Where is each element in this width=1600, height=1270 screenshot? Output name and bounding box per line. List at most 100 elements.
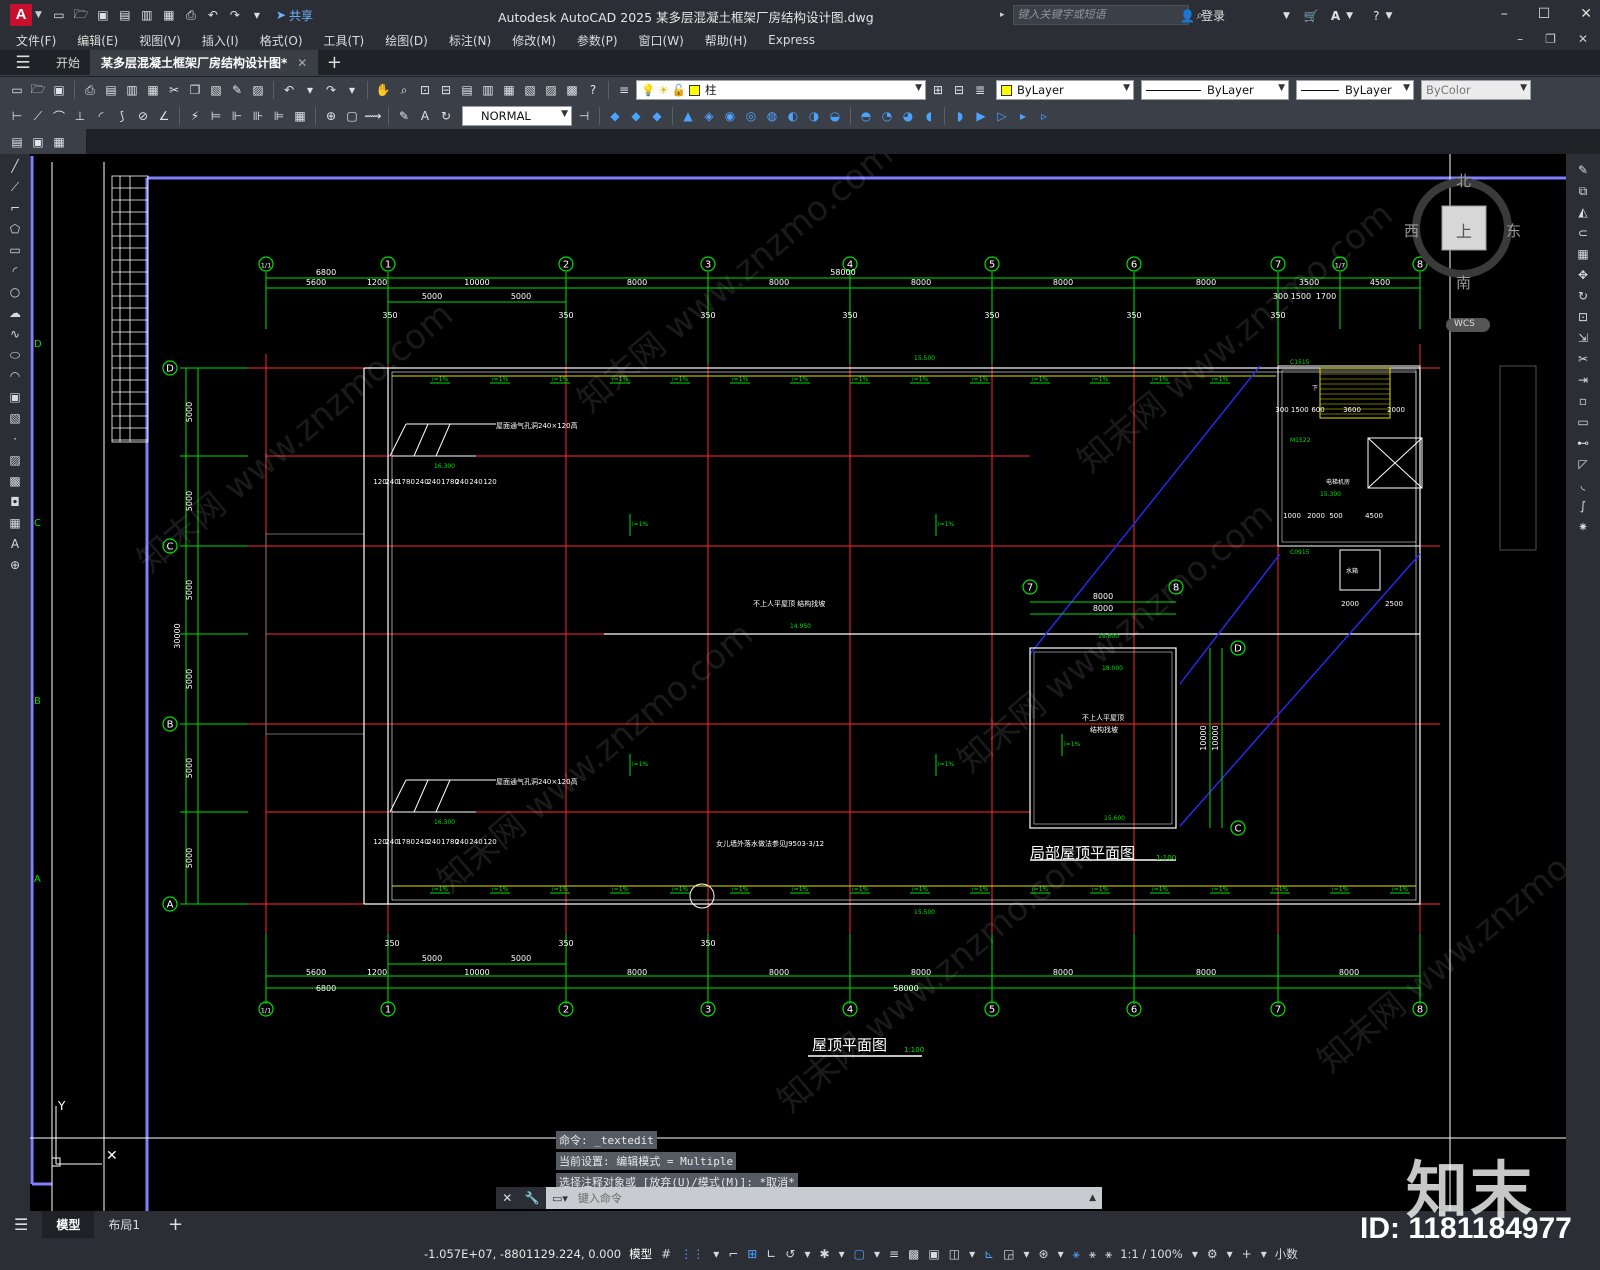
- block-editor-icon[interactable]: ▨: [249, 81, 267, 99]
- share-button[interactable]: ➤ 共享: [276, 7, 313, 24]
- menu-dimension[interactable]: 标注(N): [449, 32, 491, 49]
- dim-space-icon[interactable]: ⊪: [249, 107, 267, 125]
- snap-caret-icon[interactable]: ▾: [713, 1247, 719, 1261]
- cursor-coordinates[interactable]: -1.057E+07, -8801129.224, 0.000: [424, 1247, 621, 1261]
- light-icon[interactable]: ▹: [1035, 107, 1053, 125]
- inspect-icon[interactable]: ▢: [343, 107, 361, 125]
- menu-express[interactable]: Express: [768, 33, 815, 47]
- solid-cone-icon[interactable]: ◆: [648, 107, 666, 125]
- orbit-icon[interactable]: ◗: [951, 107, 969, 125]
- tab-document[interactable]: 某多层混凝土框架厂房结构设计图* ✕: [91, 50, 319, 75]
- selection-filter-icon[interactable]: ◲: [1003, 1247, 1014, 1261]
- diameter-dim-icon[interactable]: ⊘: [134, 107, 152, 125]
- new-tab-icon[interactable]: +: [318, 50, 350, 75]
- menu-view[interactable]: 视图(V): [139, 32, 181, 49]
- print-icon[interactable]: ⎙: [182, 6, 200, 24]
- paste-icon[interactable]: ▧: [207, 81, 225, 99]
- fillet-icon[interactable]: ◟: [1574, 477, 1592, 493]
- camera-icon[interactable]: ▸: [1014, 107, 1032, 125]
- rectangle-icon[interactable]: ▭: [6, 242, 24, 258]
- help-caret-icon[interactable]: ▼: [1385, 11, 1392, 21]
- explode-icon[interactable]: ✷: [1574, 519, 1592, 535]
- redo-icon[interactable]: ↷: [322, 81, 340, 99]
- ellipse-arc-icon[interactable]: ◠: [6, 368, 24, 384]
- 3d-osnap-caret-icon[interactable]: ▾: [969, 1247, 975, 1261]
- gizmo-icon[interactable]: ⊛: [1039, 1247, 1049, 1261]
- menu-help[interactable]: 帮助(H): [705, 32, 747, 49]
- trim-icon[interactable]: ✂: [1574, 351, 1592, 367]
- offset-icon[interactable]: ⊂: [1574, 225, 1592, 241]
- command-input[interactable]: ▭▾ 键入命令 ▲: [546, 1187, 1102, 1209]
- customize-qat-icon[interactable]: ▾: [248, 6, 266, 24]
- save-icon[interactable]: ▣: [94, 6, 112, 24]
- save-icon[interactable]: ▣: [50, 81, 68, 99]
- table-icon[interactable]: ▦: [6, 515, 24, 531]
- dynamic-input-icon[interactable]: ⊞: [747, 1247, 757, 1261]
- tab-model[interactable]: 模型: [42, 1211, 95, 1238]
- cart-icon[interactable]: 🛒: [1304, 9, 1319, 23]
- command-line-grip[interactable]: ✕ 🔧: [496, 1187, 546, 1209]
- save-web-icon[interactable]: ▦: [160, 6, 178, 24]
- layer-previous-icon[interactable]: ⊟: [950, 81, 968, 99]
- quick-dim-icon[interactable]: ⚡: [186, 107, 204, 125]
- arc-icon[interactable]: ◜: [6, 263, 24, 279]
- user-icon[interactable]: 👤: [1180, 9, 1195, 23]
- grid-icon[interactable]: #: [661, 1247, 671, 1261]
- menu-edit[interactable]: 编辑(E): [77, 32, 118, 49]
- section-icon[interactable]: ◑: [805, 107, 823, 125]
- menu-insert[interactable]: 插入(I): [202, 32, 239, 49]
- polyline-icon[interactable]: ⌐: [6, 200, 24, 216]
- open-icon[interactable]: 🗁: [29, 81, 47, 99]
- app-logo[interactable]: A: [10, 4, 32, 26]
- rotate-icon[interactable]: ↻: [1574, 288, 1592, 304]
- layout-menu-icon[interactable]: ☰: [0, 1211, 42, 1238]
- add-selected-icon[interactable]: ⊕: [6, 557, 24, 573]
- workspace-caret-icon[interactable]: ▾: [1227, 1247, 1233, 1261]
- zoom-previous-icon[interactable]: ⊟: [437, 81, 455, 99]
- maximize-icon[interactable]: ☐: [1538, 6, 1551, 22]
- make-current-icon[interactable]: ⊞: [929, 81, 947, 99]
- gizmo-caret-icon[interactable]: ▾: [1058, 1247, 1064, 1261]
- new-file-icon[interactable]: ▭: [50, 6, 68, 24]
- zoom-window-icon[interactable]: ⊡: [416, 81, 434, 99]
- add-layout-icon[interactable]: +: [154, 1211, 197, 1238]
- lineweight-combo[interactable]: ByLayer ▼: [1296, 80, 1414, 100]
- menu-modify[interactable]: 修改(M): [512, 32, 556, 49]
- viewcube-south[interactable]: 南: [1456, 272, 1471, 293]
- ordinate-dim-icon[interactable]: ⊥: [71, 107, 89, 125]
- center-mark-icon[interactable]: ⊕: [322, 107, 340, 125]
- dimstyle-combo[interactable]: NORMAL ▼: [462, 106, 572, 126]
- break-icon[interactable]: ▭: [1574, 414, 1592, 430]
- close-icon[interactable]: ✕: [1580, 6, 1592, 22]
- circle-icon[interactable]: ○: [6, 284, 24, 300]
- annotation-monitor-icon[interactable]: +: [1242, 1247, 1252, 1261]
- polar-caret-icon[interactable]: ▾: [804, 1247, 810, 1261]
- dim-update-icon[interactable]: ↻: [437, 107, 455, 125]
- arc-length-icon[interactable]: ⌒: [50, 107, 68, 125]
- layer-combo[interactable]: 💡 ☀ 🔓 柱 ▼: [636, 80, 926, 100]
- solid-wedge-icon[interactable]: ◆: [627, 107, 645, 125]
- sheet-set-icon[interactable]: ▧: [521, 81, 539, 99]
- ellipse-icon[interactable]: ⬭: [6, 347, 24, 363]
- intersect-icon[interactable]: ◍: [763, 107, 781, 125]
- menu-window[interactable]: 窗口(W): [639, 32, 684, 49]
- layout-wizard-icon[interactable]: ▦: [50, 133, 68, 151]
- point-icon[interactable]: ·: [6, 431, 24, 447]
- polygon-icon[interactable]: ⬠: [6, 221, 24, 237]
- region-icon[interactable]: ◘: [6, 494, 24, 510]
- markup-icon[interactable]: ▨: [542, 81, 560, 99]
- hide-icon[interactable]: ◔: [878, 107, 896, 125]
- login-label[interactable]: 登录: [1201, 7, 1225, 24]
- mtext-icon[interactable]: A: [6, 536, 24, 552]
- polar-icon[interactable]: ↺: [785, 1247, 795, 1261]
- angular-dim-icon[interactable]: ∠: [155, 107, 173, 125]
- jogged-linear-icon[interactable]: ⟿: [364, 107, 382, 125]
- viewcube-north[interactable]: 北: [1456, 170, 1471, 191]
- viewcube-top-face[interactable]: 上: [1456, 218, 1472, 242]
- hatch-icon[interactable]: ▨: [6, 452, 24, 468]
- expand-icon[interactable]: ▸: [1000, 10, 1005, 20]
- tool-palettes-icon[interactable]: ▦: [500, 81, 518, 99]
- array-icon[interactable]: ▦: [1574, 246, 1592, 262]
- render-icon[interactable]: ◕: [899, 107, 917, 125]
- gradient-icon[interactable]: ▩: [6, 473, 24, 489]
